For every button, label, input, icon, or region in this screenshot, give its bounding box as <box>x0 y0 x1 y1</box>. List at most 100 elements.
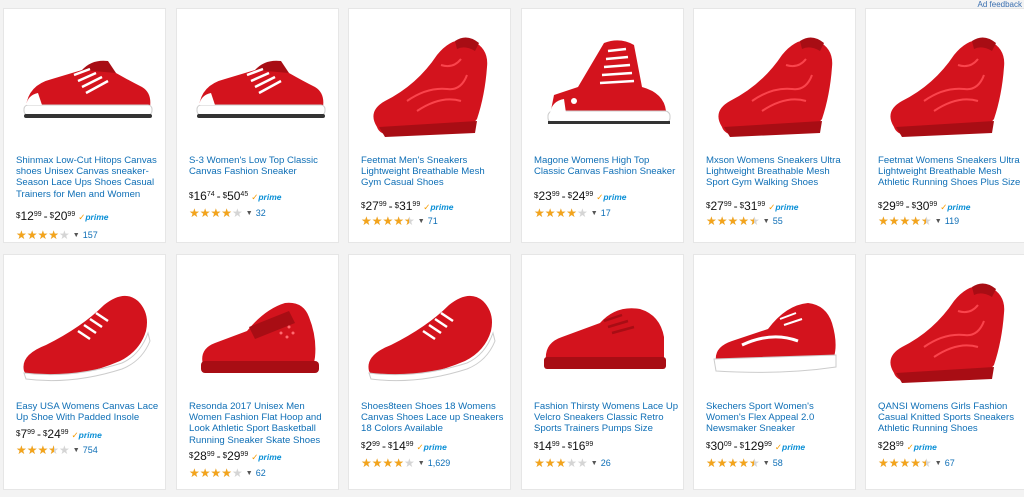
product-rating[interactable]: ★★★★★★★★★★▼1,629 <box>361 457 450 469</box>
review-count-link[interactable]: 62 <box>256 468 266 478</box>
product-title-link[interactable]: Feetmat Men's Sneakers Lightweight Breat… <box>361 155 507 189</box>
product-title-link[interactable]: QANSI Womens Girls Fashion Casual Knitte… <box>878 401 1024 435</box>
review-count-link[interactable]: 119 <box>945 216 959 226</box>
star-rating-icon: ★★★★★★★★★★ <box>534 206 588 220</box>
price-high-cents: 99 <box>757 201 766 208</box>
price-high-dollars: 50 <box>227 189 241 203</box>
mesh-running-sneaker-image[interactable] <box>874 15 1021 150</box>
product-rating[interactable]: ★★★★★★★★★★▼62 <box>189 467 266 479</box>
chevron-down-icon[interactable]: ▼ <box>763 218 770 225</box>
low-top-canvas-sneaker-image[interactable] <box>185 15 332 150</box>
chevron-down-icon[interactable]: ▼ <box>246 210 253 217</box>
product-rating[interactable]: ★★★★★★★★★★▼157 <box>16 229 98 241</box>
review-count-link[interactable]: 32 <box>256 208 266 218</box>
product-card[interactable]: Mxson Womens Sneakers Ultra Lightweight … <box>693 8 856 243</box>
price-high-cents: 45 <box>240 191 249 198</box>
product-rating[interactable]: ★★★★★★★★★★▼26 <box>534 457 611 469</box>
strap-sneaker-image[interactable] <box>185 261 332 396</box>
review-count-link[interactable]: 67 <box>945 458 955 468</box>
mesh-running-sneaker-image[interactable] <box>874 261 1021 396</box>
product-rating[interactable]: ★★★★★★★★★★▼58 <box>706 457 783 469</box>
review-count-link[interactable]: 55 <box>773 216 783 226</box>
product-rating[interactable]: ★★★★★★★★★★▼119 <box>878 215 959 227</box>
review-count-link[interactable]: 26 <box>601 458 611 468</box>
price-high-dollars: 31 <box>399 199 413 213</box>
price-low-cents: 74 <box>206 191 215 198</box>
star-rating-icon: ★★★★★★★★★★ <box>706 214 760 228</box>
price-low-cents: 99 <box>895 441 904 448</box>
chevron-down-icon[interactable]: ▼ <box>935 218 942 225</box>
product-price: $2899- $2999 ✓prime <box>189 449 282 463</box>
product-rating[interactable]: ★★★★★★★★★★▼754 <box>16 444 98 456</box>
product-title-link[interactable]: Resonda 2017 Unisex Men Women Fashion Fl… <box>189 401 335 446</box>
product-card[interactable]: Skechers Sport Women's Women's Flex Appe… <box>693 254 856 490</box>
price-low-dollars: 28 <box>882 439 896 453</box>
review-count-link[interactable]: 754 <box>83 445 98 455</box>
chevron-down-icon[interactable]: ▼ <box>246 470 253 477</box>
product-price: $2799- $3199 ✓prime <box>361 199 454 213</box>
chevron-down-icon[interactable]: ▼ <box>935 460 942 467</box>
product-title-link[interactable]: Feetmat Womens Sneakers Ultra Lightweigh… <box>878 155 1024 189</box>
product-card[interactable]: Shoes8teen Shoes 18 Womens Canvas Shoes … <box>348 254 511 490</box>
product-title-link[interactable]: Shoes8teen Shoes 18 Womens Canvas Shoes … <box>361 401 507 435</box>
product-rating[interactable]: ★★★★★★★★★★▼17 <box>534 207 611 219</box>
product-card[interactable]: Easy USA Womens Canvas Lace Up Shoe With… <box>3 254 166 490</box>
product-price: $3009- $12999 ✓prime <box>706 439 806 453</box>
product-title-link[interactable]: Fashion Thirsty Womens Lace Up Velcro Sn… <box>534 401 680 435</box>
product-title-link[interactable]: Magone Womens High Top Classic Canvas Fa… <box>534 155 680 177</box>
price-low-cents: 99 <box>895 201 904 208</box>
price-low-cents: 99 <box>33 211 42 218</box>
price-high-cents: 99 <box>929 201 938 208</box>
retro-trainer-image[interactable] <box>530 261 677 396</box>
star-rating-icon: ★★★★★★★★★★ <box>189 466 243 480</box>
price-high-dollars: 14 <box>392 439 406 453</box>
chevron-down-icon[interactable]: ▼ <box>418 460 425 467</box>
chevron-down-icon[interactable]: ▼ <box>763 460 770 467</box>
price-low-dollars: 23 <box>538 189 552 203</box>
canvas-lace-up-shoe-image[interactable] <box>357 261 504 396</box>
price-low-dollars: 14 <box>538 439 552 453</box>
chevron-down-icon[interactable]: ▼ <box>418 218 425 225</box>
product-card[interactable]: Shinmax Low-Cut Hitops Canvas shoes Unis… <box>3 8 166 243</box>
price-low-cents: 09 <box>723 441 732 448</box>
price-low-dollars: 27 <box>710 199 724 213</box>
product-card[interactable]: QANSI Womens Girls Fashion Casual Knitte… <box>865 254 1024 490</box>
low-top-canvas-sneaker-image[interactable] <box>12 15 159 150</box>
product-price: $1499- $1699 <box>534 439 594 453</box>
high-top-canvas-sneaker-image[interactable] <box>530 15 677 150</box>
prime-badge: ✓prime <box>768 202 799 212</box>
product-title-link[interactable]: S-3 Women's Low Top Classic Canvas Fashi… <box>189 155 335 177</box>
product-title-link[interactable]: Shinmax Low-Cut Hitops Canvas shoes Unis… <box>16 155 162 200</box>
chevron-down-icon[interactable]: ▼ <box>73 447 80 454</box>
canvas-lace-up-shoe-image[interactable] <box>12 261 159 396</box>
review-count-link[interactable]: 17 <box>601 208 611 218</box>
product-card[interactable]: Magone Womens High Top Classic Canvas Fa… <box>521 8 684 243</box>
star-rating-icon: ★★★★★★★★★★ <box>189 206 243 220</box>
price-low-cents: 99 <box>723 201 732 208</box>
product-rating[interactable]: ★★★★★★★★★★▼71 <box>361 215 438 227</box>
product-title-link[interactable]: Mxson Womens Sneakers Ultra Lightweight … <box>706 155 852 189</box>
product-card[interactable]: Fashion Thirsty Womens Lace Up Velcro Sn… <box>521 254 684 490</box>
sport-sneaker-image[interactable] <box>702 261 849 396</box>
product-rating[interactable]: ★★★★★★★★★★▼55 <box>706 215 783 227</box>
product-title-link[interactable]: Easy USA Womens Canvas Lace Up Shoe With… <box>16 401 162 423</box>
mesh-running-sneaker-image[interactable] <box>702 15 849 150</box>
chevron-down-icon[interactable]: ▼ <box>591 210 598 217</box>
chevron-down-icon[interactable]: ▼ <box>73 232 80 239</box>
review-count-link[interactable]: 71 <box>428 216 438 226</box>
product-rating[interactable]: ★★★★★★★★★★▼32 <box>189 207 266 219</box>
chevron-down-icon[interactable]: ▼ <box>591 460 598 467</box>
review-count-link[interactable]: 157 <box>83 230 98 240</box>
price-high-cents: 99 <box>412 201 421 208</box>
product-card[interactable]: S-3 Women's Low Top Classic Canvas Fashi… <box>176 8 339 243</box>
product-card[interactable]: Feetmat Men's Sneakers Lightweight Breat… <box>348 8 511 243</box>
product-card[interactable]: Resonda 2017 Unisex Men Women Fashion Fl… <box>176 254 339 490</box>
mesh-running-sneaker-image[interactable] <box>357 15 504 150</box>
review-count-link[interactable]: 1,629 <box>428 458 451 468</box>
product-rating[interactable]: ★★★★★★★★★★▼67 <box>878 457 955 469</box>
prime-check-icon: ✓ <box>906 442 914 452</box>
price-high-dollars: 30 <box>916 199 930 213</box>
review-count-link[interactable]: 58 <box>773 458 783 468</box>
product-title-link[interactable]: Skechers Sport Women's Women's Flex Appe… <box>706 401 852 435</box>
product-card[interactable]: Feetmat Womens Sneakers Ultra Lightweigh… <box>865 8 1024 243</box>
